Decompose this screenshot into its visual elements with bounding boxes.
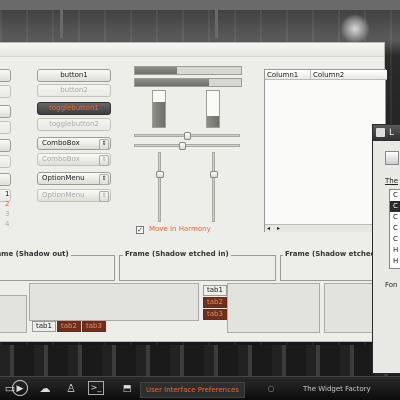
tree-view[interactable]: Column1 Column2 ◂ ▸ — [264, 69, 387, 232]
column-header-2[interactable]: Column2 — [311, 70, 387, 80]
tab-side-3[interactable]: tab3 — [203, 309, 227, 320]
frame-shadow-etched-out-label: Frame (Shadow etched — [283, 250, 378, 258]
preferences-dialog: L The C C C C C H H Fon — [372, 124, 400, 374]
hscale-2[interactable] — [134, 142, 240, 150]
partial-button-6 — [0, 155, 11, 168]
updown-arrow-icon: ⇕ — [99, 155, 109, 166]
hscale-1[interactable] — [134, 132, 240, 140]
partial-label-4: 4 — [5, 220, 10, 228]
list-item[interactable]: H — [390, 245, 400, 256]
progress-fill — [153, 101, 165, 127]
ceiling-rod — [215, 8, 218, 38]
notebook-left-tabs — [227, 283, 320, 333]
window-title-strip — [0, 43, 384, 57]
scroll-right-icon[interactable]: ▸ — [277, 225, 280, 232]
list-item-selected[interactable]: C — [390, 201, 400, 212]
dot-icon: ○ — [267, 384, 275, 393]
list-item[interactable]: C — [390, 234, 400, 245]
vscale-2[interactable] — [210, 152, 218, 222]
frame-shadow-out — [0, 255, 115, 281]
progress-bar-horizontal-2 — [134, 78, 242, 87]
button1[interactable]: button1 — [37, 69, 111, 82]
frame-shadow-out-label: rame (Shadow out) — [0, 250, 71, 258]
notebook-partial — [0, 295, 27, 333]
tab-side-2[interactable]: tab2 — [203, 297, 227, 308]
column-header-1[interactable]: Column1 — [265, 70, 311, 80]
progress-bar-horizontal-1 — [134, 66, 242, 75]
theme-list[interactable]: C C C C C H H — [389, 189, 400, 269]
font-label: Fon — [385, 281, 398, 289]
theme-label: The — [385, 177, 399, 185]
list-item[interactable]: H — [390, 256, 400, 267]
vscale-2-knob[interactable] — [210, 171, 218, 179]
combobox-1-label: ComboBox — [42, 139, 80, 147]
progress-fill — [135, 79, 210, 86]
combobox-2-label: ComboBox — [42, 155, 80, 163]
combobox-2: ComboBox ⇕ — [37, 153, 111, 166]
floor-shelves — [0, 345, 400, 376]
button2: button2 — [37, 84, 111, 97]
tab-bottom-3[interactable]: tab3 — [82, 321, 106, 332]
progress-bar-vertical-2 — [206, 90, 220, 128]
partial-button-7[interactable] — [0, 173, 11, 186]
ceiling-rod — [60, 8, 63, 38]
partial-button-1[interactable] — [0, 69, 11, 82]
optionmenu-2-label: OptionMenu — [42, 191, 85, 199]
move-in-harmony-checkbox[interactable]: ✓ — [136, 226, 144, 234]
notebook-bottom-tabs — [29, 283, 199, 321]
dialog-titlebar[interactable]: L — [373, 125, 400, 141]
terminal-icon[interactable]: >_ — [88, 381, 104, 395]
tab-side-1[interactable]: tab1 — [203, 285, 227, 296]
frame-shadow-etched-in — [119, 255, 276, 281]
preview-icon — [385, 151, 399, 165]
partial-label-3: 3 — [5, 210, 10, 218]
play-icon[interactable]: ▶ — [12, 380, 28, 396]
partial-radio-labels: 1 2 3 4 — [5, 189, 9, 229]
taskbar-item-widget-factory[interactable]: The Widget Factory — [298, 382, 376, 396]
hscale-1-knob[interactable] — [183, 132, 191, 140]
frame-shadow-etched-in-label: Frame (Shadow etched in) — [123, 250, 231, 258]
list-item[interactable]: C — [390, 212, 400, 223]
list-item[interactable]: C — [390, 190, 400, 201]
list-item[interactable]: C — [390, 223, 400, 234]
taskbar-item-preferences[interactable]: User Interface Preferences — [140, 382, 245, 398]
taskbar: ▭ ▶ ☁ ♙ >_ ⬒ User Interface Preferences … — [0, 376, 400, 400]
togglebutton2: togglebutton2 — [37, 118, 111, 131]
updown-arrow-icon: ⇕ — [99, 191, 109, 202]
dialog-title: L — [389, 128, 395, 138]
progress-fill — [135, 67, 178, 74]
combobox-1[interactable]: ComboBox ⇕ — [37, 137, 111, 150]
hscale-2-knob[interactable] — [178, 142, 186, 150]
optionmenu-1[interactable]: OptionMenu ⇕ — [37, 172, 111, 185]
app-icon — [376, 128, 385, 137]
optionmenu-1-label: OptionMenu — [42, 174, 85, 182]
user-icon[interactable]: ♙ — [64, 381, 78, 397]
progress-fill — [207, 116, 219, 127]
tab-bottom-1[interactable]: tab1 — [32, 321, 56, 332]
partial-label-1: 1 — [5, 190, 10, 198]
app-icon: ⬒ — [122, 384, 132, 394]
partial-button-4 — [0, 121, 11, 134]
scroll-left-icon[interactable]: ◂ — [267, 225, 270, 232]
vscale-1-knob[interactable] — [156, 171, 164, 179]
partial-button-5[interactable] — [0, 139, 11, 152]
vscale-1[interactable] — [156, 152, 164, 222]
move-in-harmony-label: Move In Harmony — [149, 225, 211, 233]
partial-button-3[interactable] — [0, 105, 11, 118]
partial-label-2: 2 — [5, 200, 10, 208]
tab-bottom-2[interactable]: tab2 — [57, 321, 81, 332]
updown-arrow-icon: ⇕ — [99, 174, 109, 185]
cloud-icon[interactable]: ☁ — [38, 381, 52, 397]
partial-button-2 — [0, 85, 11, 98]
widget-factory-window: 1 2 3 4 button1 button2 togglebutton1 to… — [0, 42, 390, 342]
progress-bar-vertical-1 — [152, 90, 166, 128]
ceiling-light — [340, 14, 370, 44]
horizontal-scrollbar[interactable]: ◂ ▸ — [265, 224, 387, 232]
updown-arrow-icon: ⇕ — [99, 139, 109, 150]
optionmenu-2: OptionMenu ⇕ — [37, 189, 111, 202]
togglebutton1[interactable]: togglebutton1 — [37, 102, 111, 115]
